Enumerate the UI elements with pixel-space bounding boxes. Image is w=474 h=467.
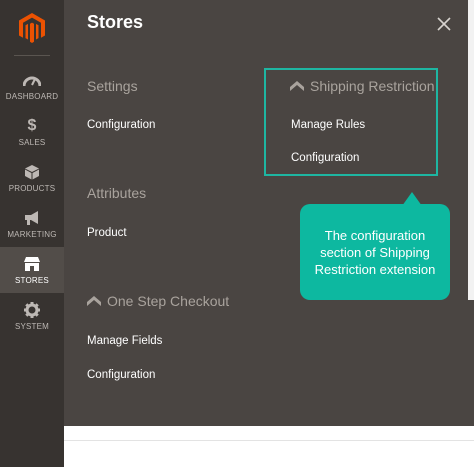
sr-configuration-link[interactable]: Configuration bbox=[291, 152, 359, 164]
sidebar-item-products[interactable]: PRODUCTS bbox=[0, 155, 64, 201]
logo-divider bbox=[14, 55, 50, 56]
one-step-checkout-heading-label: One Step Checkout bbox=[107, 293, 230, 309]
page-divider bbox=[64, 440, 474, 441]
stores-icon bbox=[23, 255, 41, 273]
page-edge bbox=[468, 0, 474, 300]
dashboard-icon bbox=[23, 71, 41, 89]
cube-icon bbox=[24, 163, 40, 181]
annotation-callout: The configuration section of Shipping Re… bbox=[300, 204, 450, 300]
sidebar-item-label: SALES bbox=[18, 138, 46, 147]
extension-icon bbox=[290, 81, 304, 91]
sidebar-item-sales[interactable]: $ SALES bbox=[0, 109, 64, 155]
gear-icon bbox=[24, 301, 40, 319]
admin-sidebar: DASHBOARD $ SALES PRODUCTS MARKETING STO… bbox=[0, 0, 64, 467]
dollar-icon: $ bbox=[27, 117, 37, 134]
extension-icon bbox=[87, 296, 101, 306]
osc-manage-fields-link[interactable]: Manage Fields bbox=[87, 335, 162, 347]
sidebar-item-label: DASHBOARD bbox=[5, 92, 59, 101]
page-content-strip bbox=[64, 426, 474, 467]
shipping-restriction-heading: Shipping Restriction bbox=[290, 78, 435, 94]
shipping-restriction-heading-label: Shipping Restriction bbox=[310, 78, 435, 94]
panel-title: Stores bbox=[87, 12, 144, 32]
attributes-heading: Attributes bbox=[87, 185, 147, 201]
sidebar-item-stores[interactable]: STORES bbox=[0, 247, 64, 293]
sidebar-item-system[interactable]: SYSTEM bbox=[0, 293, 64, 339]
sr-manage-rules-link[interactable]: Manage Rules bbox=[291, 119, 365, 131]
sidebar-item-label: PRODUCTS bbox=[8, 184, 56, 193]
sidebar-item-label: MARKETING bbox=[7, 230, 57, 239]
sidebar-item-label: SYSTEM bbox=[14, 322, 50, 331]
close-icon bbox=[437, 17, 451, 31]
sidebar-item-marketing[interactable]: MARKETING bbox=[0, 201, 64, 247]
settings-configuration-link[interactable]: Configuration bbox=[87, 119, 155, 131]
osc-configuration-link[interactable]: Configuration bbox=[87, 369, 155, 381]
close-button[interactable] bbox=[432, 12, 456, 36]
sidebar-item-label: STORES bbox=[15, 276, 49, 285]
magento-logo-icon bbox=[19, 13, 45, 43]
callout-text: The configuration section of Shipping Re… bbox=[314, 227, 436, 277]
megaphone-icon bbox=[23, 209, 41, 227]
sidebar-item-dashboard[interactable]: DASHBOARD bbox=[0, 63, 64, 109]
magento-logo[interactable] bbox=[0, 0, 64, 56]
attributes-product-link[interactable]: Product bbox=[87, 227, 127, 239]
settings-heading: Settings bbox=[87, 78, 138, 94]
one-step-checkout-heading: One Step Checkout bbox=[87, 293, 229, 309]
